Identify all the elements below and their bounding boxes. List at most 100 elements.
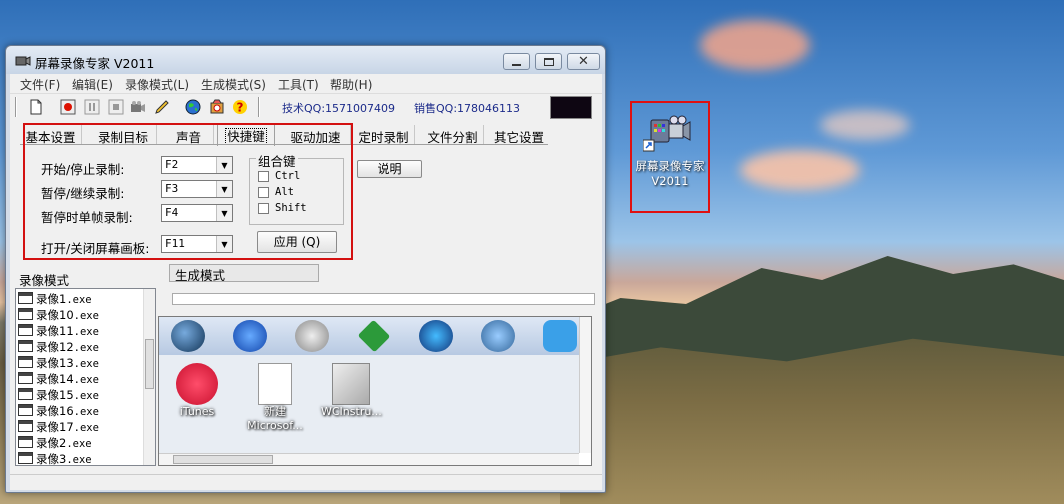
camera-icon[interactable]: [130, 99, 146, 115]
generate-mode-header[interactable]: 生成模式: [169, 264, 319, 283]
file-name: 录像16: [36, 404, 74, 418]
menu-tools[interactable]: 工具(T): [278, 76, 319, 93]
menu-generate-mode[interactable]: 生成模式(S): [201, 76, 266, 93]
list-scrollbar[interactable]: [143, 289, 155, 465]
word-doc-desktop-icon: 新建 Microsof...: [245, 363, 305, 433]
preview-vertical-scrollbar[interactable]: [579, 317, 591, 453]
list-item[interactable]: 录像10.exe: [18, 306, 138, 322]
file-name: 录像1: [36, 292, 67, 306]
list-item[interactable]: 录像13.exe: [18, 354, 138, 370]
installer-icon: [332, 363, 370, 405]
explain-button[interactable]: 说明: [357, 160, 422, 178]
safari-icon: [295, 320, 329, 352]
tools-icon[interactable]: [209, 99, 225, 115]
list-item[interactable]: 录像2.exe: [18, 434, 138, 450]
help-icon[interactable]: ?: [232, 99, 248, 115]
list-item[interactable]: 录像12.exe: [18, 338, 138, 354]
scroll-thumb[interactable]: [145, 339, 154, 389]
new-file-icon[interactable]: [28, 99, 44, 115]
pen-icon[interactable]: [154, 99, 170, 115]
file-icon: [18, 340, 33, 352]
list-item[interactable]: 录像14.exe: [18, 370, 138, 386]
tab-scheduled-record[interactable]: 定时录制: [353, 125, 415, 145]
windows-start-icon: [171, 320, 205, 352]
tab-label: 定时录制: [358, 130, 409, 145]
tab-label: 其它设置: [493, 130, 544, 145]
word-document-icon: [258, 363, 292, 405]
tab-other-settings[interactable]: 其它设置: [488, 125, 550, 145]
desktop-shortcut-screen-recorder[interactable]: 屏幕录像专家 V2011: [630, 101, 710, 213]
file-name: 录像14: [36, 372, 74, 386]
preview-horizontal-scrollbar[interactable]: [159, 453, 579, 465]
cloud: [700, 20, 810, 70]
file-icon: [18, 324, 33, 336]
file-ext: .exe: [73, 326, 99, 338]
list-item[interactable]: 录像15.exe: [18, 386, 138, 402]
list-item[interactable]: 录像11.exe: [18, 322, 138, 338]
file-icon: [18, 452, 33, 464]
record-icon[interactable]: [60, 99, 76, 115]
title-bar[interactable]: 屏幕录像专家 V2011 ✕: [6, 46, 605, 74]
google-earth-icon: [419, 320, 453, 352]
menu-record-mode[interactable]: 录像模式(L): [125, 76, 189, 93]
file-icon: [18, 292, 33, 304]
file-icon: [18, 436, 33, 448]
minimize-button[interactable]: [503, 53, 530, 70]
minimize-icon: [512, 63, 521, 66]
lower-section: 录像模式 生成模式 录像1.exe 录像10.exe 录像11.exe 录像12…: [10, 264, 602, 474]
file-icon: [18, 404, 33, 416]
close-button[interactable]: ✕: [567, 53, 600, 70]
video-camera-icon: [643, 115, 691, 152]
scroll-thumb[interactable]: [173, 455, 273, 464]
file-ext: .exe: [66, 454, 92, 466]
search-icon: [481, 320, 515, 352]
stop-icon[interactable]: [108, 99, 124, 115]
file-name: 录像3: [36, 452, 67, 466]
file-ext: .exe: [73, 342, 99, 354]
internet-explorer-icon: [233, 320, 267, 352]
recording-file-list: 录像1.exe 录像10.exe 录像11.exe 录像12.exe 录像13.…: [15, 288, 156, 466]
tab-label: 文件分割: [427, 130, 478, 145]
file-ext: .exe: [66, 438, 92, 450]
file-name: 录像15: [36, 388, 74, 402]
file-name: 录像2: [36, 436, 67, 450]
tech-qq-text: 技术QQ:1571007409: [282, 102, 396, 115]
menu-file[interactable]: 文件(F): [20, 76, 60, 93]
file-icon: [18, 356, 33, 368]
list-item[interactable]: 录像3.exe: [18, 450, 138, 466]
list-item[interactable]: 录像17.exe: [18, 418, 138, 434]
tab-file-split[interactable]: 文件分割: [422, 125, 484, 145]
pause-icon[interactable]: [84, 99, 100, 115]
file-icon: [18, 308, 33, 320]
menu-edit[interactable]: 编辑(E): [72, 76, 113, 93]
menu-help[interactable]: 帮助(H): [330, 76, 372, 93]
icon-label: iTunes: [179, 405, 215, 418]
status-bar: [10, 474, 602, 490]
preview-screen: [550, 96, 592, 119]
file-ext: .exe: [73, 422, 99, 434]
chat-icon: [543, 320, 577, 352]
toolbar: ? 技术QQ:1571007409 销售QQ:178046113: [10, 93, 602, 121]
maximize-button[interactable]: [535, 53, 562, 70]
file-name: 录像10: [36, 308, 74, 322]
preview-taskbar: [159, 317, 579, 355]
list-item[interactable]: 录像16.exe: [18, 402, 138, 418]
shortcut-label: 屏幕录像专家 V2011: [635, 159, 705, 188]
file-ext: .exe: [73, 374, 99, 386]
file-name: 录像13: [36, 356, 74, 370]
file-name: 录像11: [36, 324, 74, 338]
record-mode-header[interactable]: 录像模式: [19, 270, 69, 289]
itunes-icon: [176, 363, 218, 405]
toolbar-separator: [258, 97, 260, 117]
file-ext: .exe: [73, 406, 99, 418]
preview-desktop: iTunes 新建 Microsof... WCInstru...: [159, 355, 579, 453]
file-name: 录像17: [36, 420, 74, 434]
list-item[interactable]: 录像1.exe: [18, 290, 138, 306]
app-green-icon: [357, 319, 391, 353]
toolbar-grip: [15, 97, 17, 117]
file-icon: [18, 420, 33, 432]
globe-icon[interactable]: [185, 99, 201, 115]
menu-bar: 文件(F) 编辑(E) 录像模式(L) 生成模式(S) 工具(T) 帮助(H): [10, 74, 602, 93]
timeline-slider[interactable]: [172, 293, 595, 305]
file-icon: [18, 372, 33, 384]
